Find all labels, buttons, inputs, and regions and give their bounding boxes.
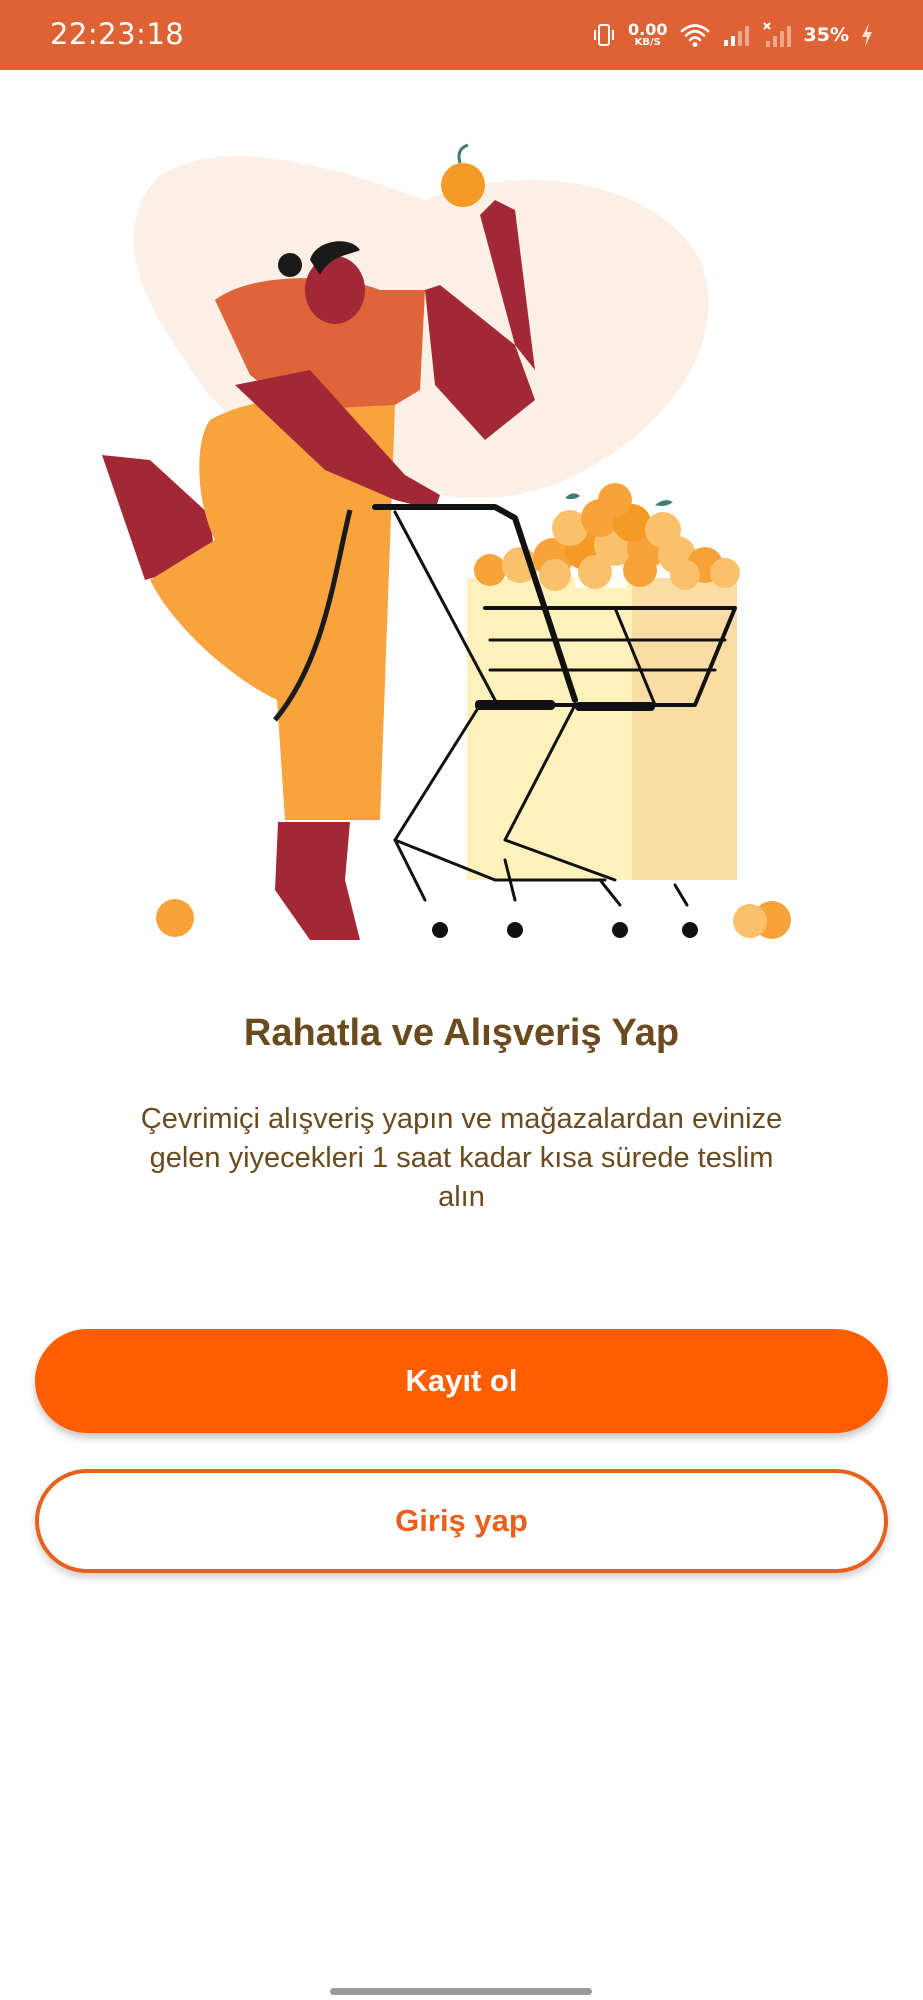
register-button-label: Kayıt ol: [405, 1363, 518, 1398]
vibrate-icon: [592, 22, 616, 48]
battery-percentage: 35%: [803, 24, 849, 46]
onboarding-screen: 22:23:18 0.00 KB/S 35% Rahatla ve Alışve…: [0, 0, 923, 2000]
woman-with-cart-image: [102, 143, 791, 940]
login-button-label: Giriş yap: [395, 1503, 528, 1538]
register-button[interactable]: Kayıt ol: [35, 1329, 888, 1433]
charging-icon: [861, 22, 873, 48]
onboarding-title: Rahatla ve Alışveriş Yap: [243, 1012, 680, 1054]
status-bar: 22:23:18 0.00 KB/S 35%: [0, 0, 923, 70]
network-speed-unit: KB/S: [634, 37, 661, 48]
shopping-illustration: [95, 140, 835, 940]
signal-no-sim-icon: [762, 21, 792, 49]
network-speed: 0.00 KB/S: [628, 22, 667, 48]
wifi-icon: [680, 22, 710, 48]
home-indicator[interactable]: [330, 1988, 592, 1995]
network-speed-value: 0.00: [628, 20, 668, 39]
status-time: 22:23:18: [50, 17, 185, 51]
status-icons: 0.00 KB/S 35%: [592, 18, 873, 52]
signal-icon: [722, 22, 750, 48]
onboarding-description: Çevrimiçi alışveriş yapın ve mağazalarda…: [140, 1103, 783, 1213]
login-button[interactable]: Giriş yap: [35, 1469, 888, 1573]
